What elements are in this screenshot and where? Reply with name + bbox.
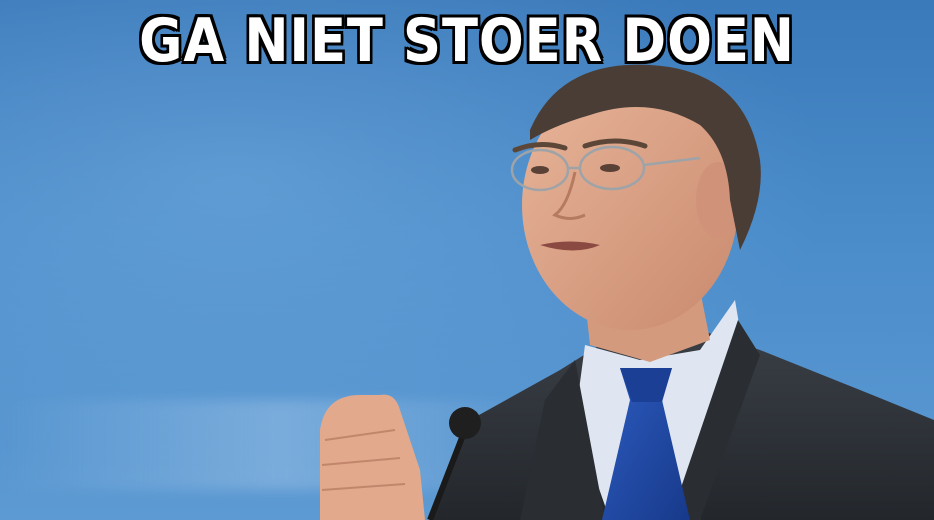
- right-eye: [600, 164, 620, 172]
- meme-image: GA NIET STOER DOEN: [0, 0, 934, 520]
- left-eye: [531, 166, 549, 174]
- speaker-photo: [320, 64, 934, 520]
- meme-caption: GA NIET STOER DOEN: [139, 6, 795, 76]
- raised-hand: [320, 394, 425, 520]
- microphone-head: [449, 407, 481, 439]
